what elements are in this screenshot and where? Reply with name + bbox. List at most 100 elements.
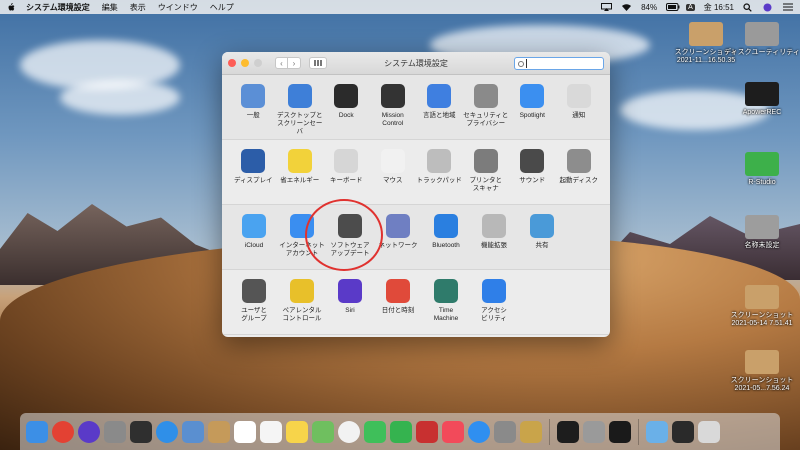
pane-item[interactable]: ユーザと グループ (230, 279, 278, 334)
desktop-icon-item[interactable]: R-Studio (722, 152, 800, 187)
pane-item[interactable]: ディスプレイ (230, 149, 277, 204)
forward-button[interactable]: › (288, 57, 301, 69)
apowerrec-icon[interactable] (557, 420, 579, 443)
input-source-indicator[interactable]: A (686, 3, 695, 11)
menu-view[interactable]: 表示 (130, 2, 146, 13)
archive-utility-icon[interactable] (520, 420, 542, 443)
screenshot-thumbnail-icon (745, 285, 779, 309)
menu-help[interactable]: ヘルプ (210, 2, 234, 13)
mission-control-icon[interactable] (130, 420, 152, 443)
screenshot-thumbnail-icon (745, 350, 779, 374)
notification-center-icon[interactable] (783, 3, 794, 11)
pane-item[interactable]: アクセシ ビリティ (470, 279, 518, 334)
pane-item[interactable]: キーボード (323, 149, 370, 204)
pane-label: Dock (338, 112, 354, 119)
extensions-icon (482, 214, 506, 238)
pane-item[interactable]: ソフトウェア アップデート (326, 214, 374, 269)
messages-icon[interactable] (364, 420, 386, 443)
pane-item[interactable]: Time Machine (422, 279, 470, 334)
pane-item[interactable]: Mission Control (370, 84, 417, 139)
pane-item[interactable]: Dock (323, 84, 370, 139)
pane-item[interactable]: インターネット アカウント (278, 214, 326, 269)
maps-icon[interactable] (312, 420, 334, 443)
siri-icon[interactable] (763, 3, 774, 12)
clock[interactable]: 金 16:51 (704, 2, 734, 13)
pane-item[interactable]: トラックパッド (416, 149, 463, 204)
finder-icon[interactable] (26, 420, 48, 443)
dock-separator (638, 418, 639, 445)
desktop-icon-item[interactable]: スクリーンショット 2021-05-14 7.51.41 (722, 285, 800, 328)
music-icon[interactable] (442, 420, 464, 443)
search-icon (518, 60, 524, 67)
pane-item[interactable]: Bluetooth (422, 214, 470, 269)
pane-label: iCloud (244, 242, 264, 249)
battery-icon[interactable] (666, 3, 680, 11)
launchpad-icon[interactable] (104, 420, 126, 443)
pane-item[interactable]: 省エネルギー (277, 149, 324, 204)
screenshot-tool-icon[interactable] (583, 420, 605, 443)
airplay-icon[interactable] (601, 3, 613, 11)
desktop-icon-item[interactable]: ApowerREC (722, 82, 800, 117)
search-field[interactable] (514, 57, 604, 70)
wifi-icon[interactable] (621, 3, 632, 11)
minimize-button[interactable] (241, 59, 249, 67)
pane-item[interactable]: サウンド (509, 149, 556, 204)
photo-booth-icon[interactable] (416, 420, 438, 443)
pane-label: Siri (345, 307, 355, 314)
pane-item[interactable]: iCloud (230, 214, 278, 269)
menu-app-name[interactable]: システム環境設定 (26, 2, 90, 13)
terminal-icon[interactable] (609, 420, 631, 443)
safari-icon[interactable] (156, 420, 178, 443)
pane-item[interactable]: Siri (326, 279, 374, 334)
desktop-icon-item[interactable]: スクリーンショット 2021-05...7.56.24 (722, 350, 800, 393)
downloads-folder-icon[interactable] (646, 420, 668, 443)
pane-item[interactable]: 言語と地域 (416, 84, 463, 139)
pane-item[interactable]: 一般 (230, 84, 277, 139)
desktop-icon (287, 84, 312, 108)
system-preferences-icon[interactable] (494, 420, 516, 443)
chrome-icon[interactable] (52, 420, 74, 443)
preview-icon[interactable] (182, 420, 204, 443)
pane-item[interactable]: Spotlight (509, 84, 556, 139)
close-button[interactable] (228, 59, 236, 67)
search-input[interactable] (527, 60, 597, 67)
pane-item[interactable]: ネットワーク (374, 214, 422, 269)
notes-icon[interactable] (286, 420, 308, 443)
r-studio-icon (745, 152, 779, 176)
screen-recorder-icon[interactable] (672, 420, 694, 443)
trackpad-icon (427, 149, 452, 173)
spotlight-search-icon[interactable] (743, 3, 754, 12)
pane-item[interactable]: マウス (370, 149, 417, 204)
contacts-icon[interactable] (208, 420, 230, 443)
reminders-icon[interactable] (260, 420, 282, 443)
pane-item[interactable]: 通知 (556, 84, 603, 139)
pane-label: 共有 (535, 242, 549, 249)
pane-item[interactable]: セキュリティと プライバシー (463, 84, 510, 139)
facetime-icon[interactable] (390, 420, 412, 443)
pane-item[interactable]: プリンタと スキャナ (463, 149, 510, 204)
calendar-icon[interactable] (234, 420, 256, 443)
menu-edit[interactable]: 編集 (102, 2, 118, 13)
pane-label: 起動ディスク (559, 177, 599, 184)
pane-item[interactable]: 共有 (518, 214, 566, 269)
pane-item[interactable]: ペアレンタル コントロール (278, 279, 326, 334)
dock (20, 413, 780, 450)
apple-icon[interactable] (6, 2, 16, 12)
users-groups-icon (242, 279, 266, 303)
desktop-icon-item[interactable]: ディスクユーティリティ (722, 22, 800, 57)
siri-icon[interactable] (78, 420, 100, 443)
trash-icon[interactable] (698, 420, 720, 443)
menu-window[interactable]: ウインドウ (158, 2, 198, 13)
pane-item[interactable]: 日付と時刻 (374, 279, 422, 334)
pane-label: サウンド (519, 177, 546, 184)
pane-item[interactable]: デスクトップと スクリーンセーバ (277, 84, 324, 139)
pane-item[interactable]: 機能拡張 (470, 214, 518, 269)
battery-percent[interactable]: 84% (641, 3, 657, 12)
back-button[interactable]: ‹ (275, 57, 288, 69)
desktop-icon-item[interactable]: 名称未設定 (722, 215, 800, 250)
pane-item[interactable]: 起動ディスク (556, 149, 603, 204)
app-store-icon[interactable] (468, 420, 490, 443)
show-all-button[interactable] (309, 57, 327, 69)
zoom-button[interactable] (254, 59, 262, 67)
photos-icon[interactable] (338, 420, 360, 443)
